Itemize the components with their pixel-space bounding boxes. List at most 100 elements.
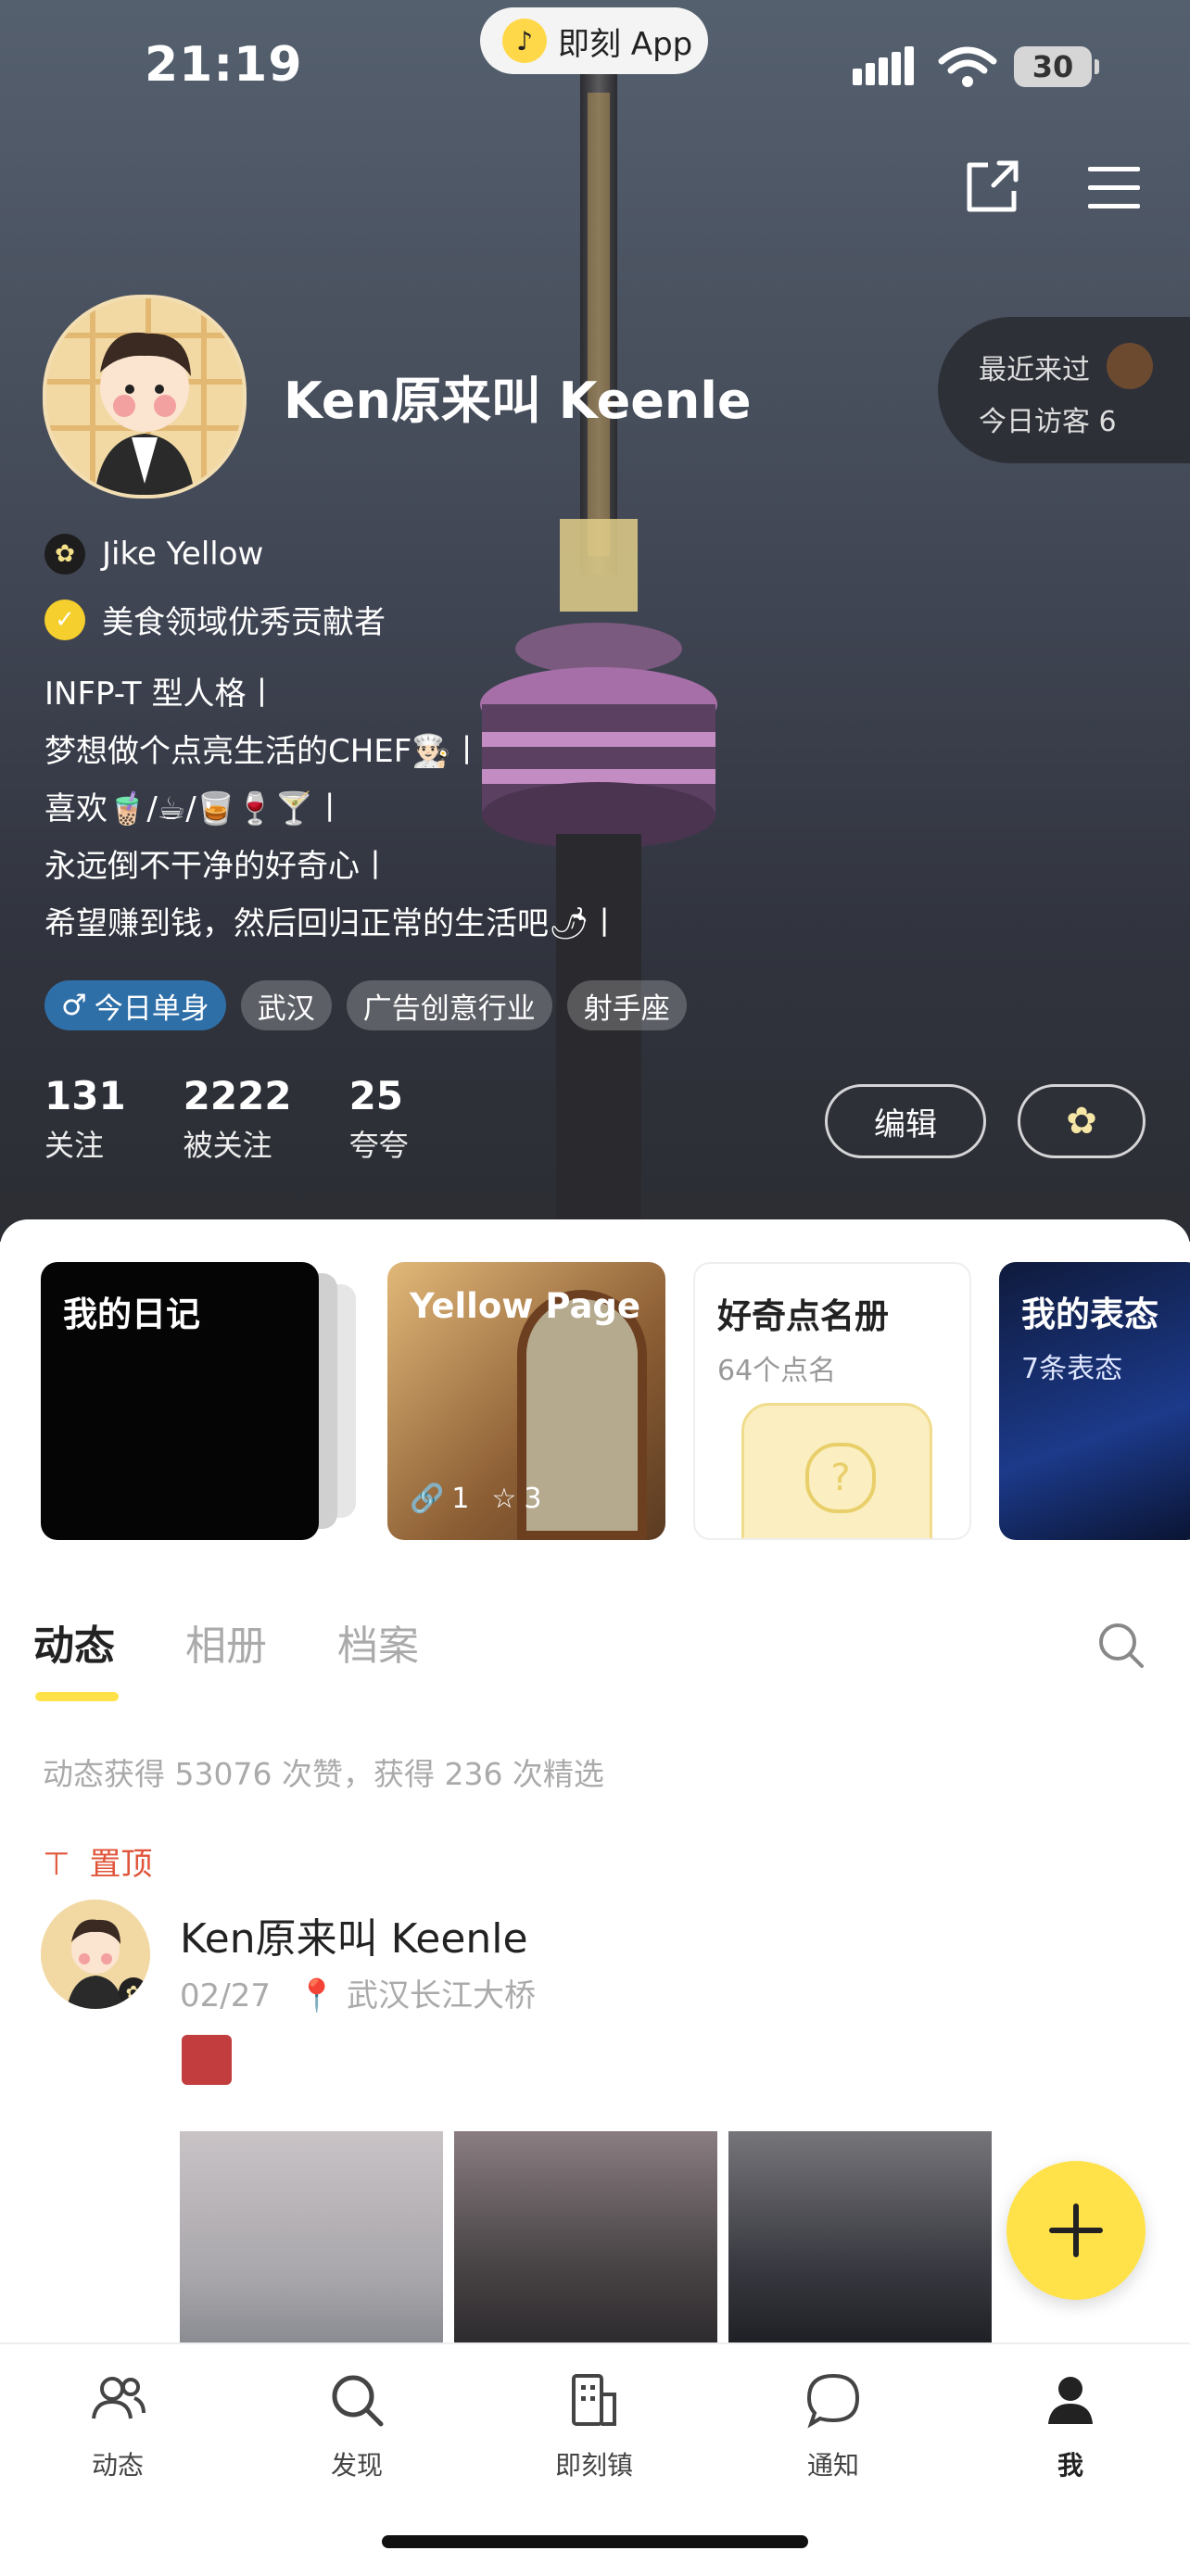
post-author-name[interactable]: Ken原来叫 Keenle xyxy=(180,1905,528,1964)
wifi-icon xyxy=(938,46,997,87)
stat-label: 被关注 xyxy=(183,1128,272,1163)
bio-line: 梦想做个点亮生活的CHEF👨🏻‍🍳丨 xyxy=(44,733,483,770)
menu-icon[interactable] xyxy=(1084,158,1144,217)
chat-bubble-icon xyxy=(806,2373,860,2429)
card-subtitle: 7条表态 xyxy=(1021,1353,1123,1385)
flower-icon: ✿ xyxy=(1066,1100,1097,1143)
tabbar-item-notifications[interactable]: 通知 xyxy=(764,2370,903,2482)
post-photo[interactable] xyxy=(454,2131,717,2342)
stat-value: 25 xyxy=(348,1073,404,1118)
yellow-page-stats: 🔗 1 ☆ 3 xyxy=(410,1483,541,1515)
tabbar-item-town[interactable]: 即刻镇 xyxy=(525,2370,664,2482)
stat-following[interactable]: 131 关注 xyxy=(44,1073,126,1165)
card-yellow-page[interactable]: Yellow Page 🔗 1 ☆ 3 xyxy=(387,1262,665,1540)
stat-followers[interactable]: 2222 被关注 xyxy=(184,1073,292,1165)
bio-line: 希望赚到钱，然后回归正常的生活吧🌶丨 xyxy=(44,905,621,942)
status-time: 21:19 xyxy=(145,37,303,93)
battery-indicator: 30 xyxy=(1014,46,1099,87)
stat-label: 关注 xyxy=(44,1128,105,1163)
post-photo[interactable] xyxy=(180,2131,443,2342)
stat-value: 2222 xyxy=(183,1073,292,1118)
create-post-button[interactable] xyxy=(1006,2161,1146,2300)
tag-label: 今日单身 xyxy=(94,991,209,1026)
tag-zodiac[interactable]: 射手座 xyxy=(566,980,687,1030)
person-icon xyxy=(1048,2377,1093,2424)
city-emoji-icon xyxy=(182,2035,232,2085)
pinned-label: ⊤ 置顶 xyxy=(43,1838,152,1884)
card-my-reactions[interactable]: 我的表态 7条表态 xyxy=(999,1262,1190,1540)
tabbar-item-me[interactable]: 我 xyxy=(1001,2370,1140,2482)
post-date: 02/27 xyxy=(180,1977,271,2014)
share-icon[interactable] xyxy=(962,158,1021,217)
post-location[interactable]: 武汉长江大桥 xyxy=(347,1977,536,2014)
profile-bio: INFP-T 型人格丨 梦想做个点亮生活的CHEF👨🏻‍🍳丨 喜欢🧋/☕/🥃🍷🍸… xyxy=(44,665,620,953)
edit-profile-button[interactable]: 编辑 xyxy=(825,1084,986,1158)
card-title: Yellow Page xyxy=(410,1286,641,1326)
card-curiosity-roster[interactable]: 好奇点名册 64个点名 ? xyxy=(693,1262,971,1540)
male-symbol-icon: ♂ xyxy=(61,989,87,1022)
profile-stats: 131 关注 2222 被关注 25 夸夸 xyxy=(44,1073,409,1165)
star-count: 3 xyxy=(524,1483,542,1515)
home-indicator xyxy=(382,2535,808,2548)
tabbar-item-discover[interactable]: 发现 xyxy=(287,2370,426,2482)
pin-icon: ⊤ xyxy=(43,1846,70,1883)
tabbar-item-feed[interactable]: 动态 xyxy=(48,2370,187,2482)
star-icon: ☆ xyxy=(491,1483,517,1515)
jike-yellow-button[interactable]: ✿ xyxy=(1018,1084,1146,1158)
post-photo[interactable] xyxy=(728,2131,992,2342)
recent-visitors-panel[interactable]: 最近来过 今日访客 6 xyxy=(938,317,1190,463)
profile-tags: ♂ 今日单身 武汉 广告创意行业 射手座 xyxy=(44,980,687,1030)
profile-tabs: 动态 相册 档案 xyxy=(33,1612,419,1672)
profile-name: Ken原来叫 Keenle xyxy=(284,372,752,430)
cellular-signal-icon xyxy=(853,46,914,85)
post-author-avatar[interactable]: ✿ xyxy=(41,1900,150,2009)
today-visitors-label: 今日访客 6 xyxy=(979,406,1117,438)
pinned-text: 置顶 xyxy=(89,1846,153,1883)
tabbar-label: 我 xyxy=(1057,2450,1083,2481)
badge-label: 美食领域优秀贡献者 xyxy=(102,604,386,641)
tag-single[interactable]: ♂ 今日单身 xyxy=(44,980,226,1030)
jike-yellow-badge-icon: ✿ xyxy=(119,1977,148,2007)
badge-jike-yellow[interactable]: ✿ Jike Yellow xyxy=(44,534,263,575)
badge-label: Jike Yellow xyxy=(102,536,264,573)
link-icon: 🔗 xyxy=(410,1483,445,1515)
avatar-illustration xyxy=(46,298,243,495)
lightbulb-icon: ? xyxy=(741,1403,932,1538)
search-icon[interactable] xyxy=(1095,1620,1147,1672)
badge-contributor[interactable]: ✓ 美食领域优秀贡献者 xyxy=(44,597,386,642)
app-pill[interactable]: ♪ 即刻 App xyxy=(480,7,708,74)
card-title: 我的日记 xyxy=(63,1294,200,1334)
bio-line: 喜欢🧋/☕/🥃🍷🍸丨 xyxy=(44,790,346,827)
jike-yellow-icon: ✿ xyxy=(44,534,85,575)
verified-check-icon: ✓ xyxy=(44,599,85,640)
post-meta: 02/27 📍 武汉长江大桥 xyxy=(180,1970,536,2015)
tabbar-label: 发现 xyxy=(330,2450,383,2481)
stat-value: 131 xyxy=(44,1073,126,1118)
location-pin-icon: 📍 xyxy=(297,1977,337,2014)
card-title: 我的表态 xyxy=(1021,1294,1158,1334)
feature-cards: 我的日记 Yellow Page 🔗 1 ☆ 3 好奇点名册 64个点名 ? 我的表… xyxy=(41,1262,1190,1540)
profile-avatar[interactable] xyxy=(43,295,247,499)
search-icon xyxy=(332,2375,384,2427)
post-photos xyxy=(180,2131,992,2342)
stat-label: 夸夸 xyxy=(348,1128,409,1163)
tab-album[interactable]: 相册 xyxy=(185,1612,267,1672)
tag-city[interactable]: 武汉 xyxy=(240,980,332,1030)
status-bar: 21:19 ♪ 即刻 App 30 xyxy=(0,0,1190,139)
recent-visit-label: 最近来过 xyxy=(979,354,1090,386)
link-count: 1 xyxy=(451,1483,470,1515)
stat-praise[interactable]: 25 夸夸 xyxy=(349,1073,409,1165)
bio-line: 永远倒不干净的好奇心丨 xyxy=(44,848,391,885)
jike-logo-icon: ♪ xyxy=(502,19,547,63)
plus-icon xyxy=(1049,2203,1103,2257)
tab-archive[interactable]: 档案 xyxy=(337,1612,419,1672)
tab-posts[interactable]: 动态 xyxy=(33,1612,115,1672)
visitor-avatar xyxy=(1107,343,1153,389)
tabbar-label: 通知 xyxy=(806,2450,859,2481)
card-title: 好奇点名册 xyxy=(717,1296,889,1336)
active-tab-indicator xyxy=(35,1692,119,1701)
tag-industry[interactable]: 广告创意行业 xyxy=(346,980,552,1030)
building-icon xyxy=(572,2374,616,2426)
card-diary[interactable]: 我的日记 xyxy=(41,1262,319,1540)
bio-line: INFP-T 型人格丨 xyxy=(44,676,278,713)
